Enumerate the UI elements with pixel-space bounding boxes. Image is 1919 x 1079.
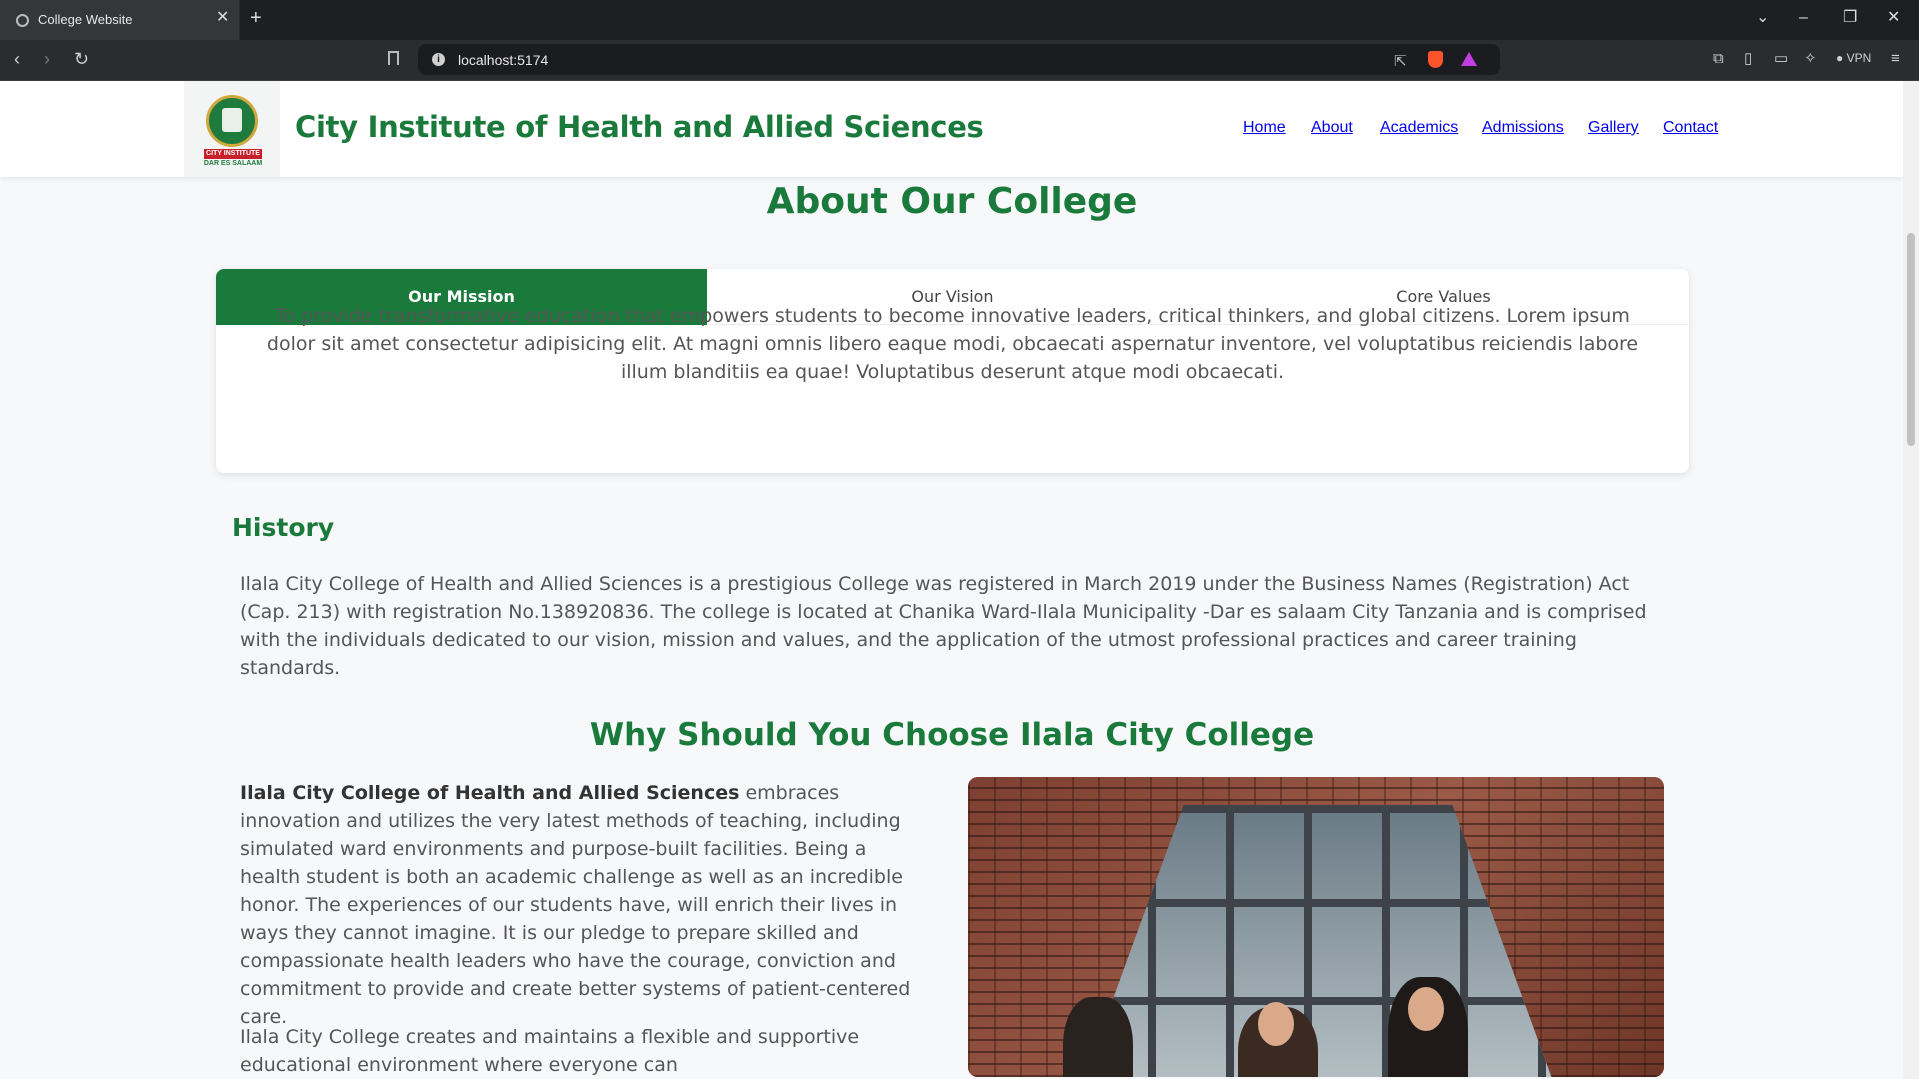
vpn-label: VPN <box>1846 51 1872 65</box>
browser-tab[interactable]: College Website ✕ <box>0 0 240 40</box>
close-window-button[interactable]: ✕ <box>1887 8 1900 28</box>
minimize-button[interactable]: – <box>1799 8 1808 28</box>
close-tab-icon[interactable]: ✕ <box>216 10 229 26</box>
share-icon[interactable]: ⇱ <box>1394 52 1407 70</box>
mission-text: To provide transformative education that… <box>266 305 1639 383</box>
mission-vision-tabs: Our Mission Our Vision Core Values To pr… <box>216 269 1689 473</box>
why-choose-title: Why Should You Choose Ilala City College <box>589 717 1315 753</box>
nav-academics[interactable]: Academics <box>1380 119 1458 137</box>
reload-icon[interactable]: ↻ <box>74 50 89 68</box>
scrollbar-thumb[interactable] <box>1907 233 1915 446</box>
history-text: Ilala City College of Health and Allied … <box>240 573 1647 679</box>
site-header: CITY INSTITUTE DAR ES SALAAM City Instit… <box>0 81 1903 177</box>
globe-icon <box>16 14 29 27</box>
logo-seal <box>206 95 258 147</box>
nav-about[interactable]: About <box>1311 119 1353 137</box>
bookmark-icon[interactable] <box>388 51 399 65</box>
leo-ai-icon[interactable]: ✧ <box>1804 50 1817 68</box>
forward-icon[interactable]: › <box>44 50 50 68</box>
new-tab-button[interactable]: + <box>250 8 262 28</box>
wallet-icon[interactable]: ▭ <box>1774 50 1788 68</box>
tab-title: College Website <box>38 12 133 27</box>
address-bar[interactable]: i localhost:5174 ⇱ <box>418 44 1500 75</box>
url-text[interactable]: localhost:5174 <box>458 52 548 68</box>
page-viewport: CITY INSTITUTE DAR ES SALAAM City Instit… <box>0 81 1903 1079</box>
restore-button[interactable]: ❐ <box>1843 8 1857 28</box>
tab-search-icon[interactable]: ⌄ <box>1756 8 1769 28</box>
why-choose-text: Ilala City College of Health and Allied … <box>240 779 930 1031</box>
why-choose-lead: Ilala City College of Health and Allied … <box>240 782 740 804</box>
logo-band: CITY INSTITUTE <box>204 149 262 159</box>
history-title: History <box>232 513 335 542</box>
nav-gallery[interactable]: Gallery <box>1588 119 1639 137</box>
extensions-icon[interactable]: ⧉ <box>1713 50 1724 68</box>
sidebar-icon[interactable]: ▯ <box>1744 50 1752 68</box>
menu-icon[interactable]: ≡ <box>1891 50 1900 68</box>
nav-home[interactable]: Home <box>1243 119 1286 137</box>
brave-shields-icon[interactable] <box>1428 51 1443 68</box>
page-scrollbar[interactable] <box>1903 81 1919 1079</box>
students-photo <box>968 777 1664 1077</box>
vpn-button[interactable]: ● VPN <box>1836 51 1871 65</box>
about-section: About Our College Our Mission Our Vision… <box>201 177 1703 1079</box>
logo-subtitle: DAR ES SALAAM <box>203 160 263 167</box>
site-title: City Institute of Health and Allied Scie… <box>295 110 984 144</box>
nav-contact[interactable]: Contact <box>1663 119 1718 137</box>
nav-admissions[interactable]: Admissions <box>1482 119 1564 137</box>
about-title: About Our College <box>766 181 1138 222</box>
brave-rewards-icon[interactable] <box>1461 52 1477 66</box>
college-logo[interactable]: CITY INSTITUTE DAR ES SALAAM <box>184 81 280 177</box>
site-info-icon[interactable]: i <box>432 53 445 66</box>
why-choose-text-2: Ilala City College creates and maintains… <box>240 1026 860 1076</box>
browser-tabbar: College Website ✕ + ⌄ – ❐ ✕ <box>0 0 1919 40</box>
why-choose-body: embraces innovation and utilizes the ver… <box>240 782 911 1028</box>
browser-toolbar: ‹ › ↻ i localhost:5174 ⇱ ⧉ ▯ ▭ ✧ ● VPN ≡ <box>0 40 1919 81</box>
back-icon[interactable]: ‹ <box>14 50 20 68</box>
